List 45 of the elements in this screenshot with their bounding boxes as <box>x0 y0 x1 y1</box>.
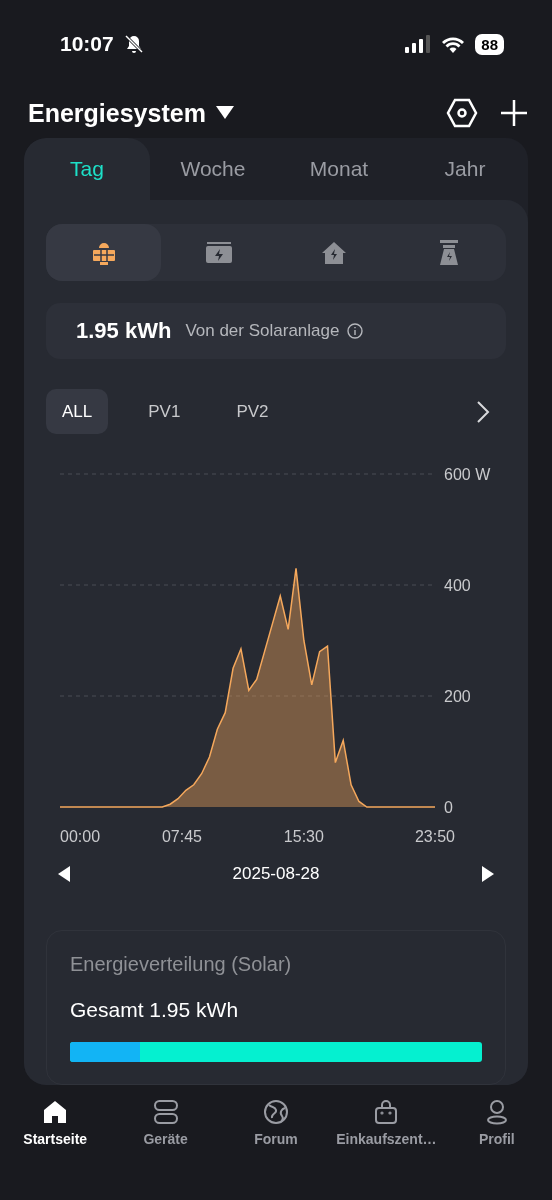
nav-item[interactable]: Forum <box>220 1099 332 1200</box>
period-tab[interactable]: Monat <box>276 138 402 200</box>
dropdown-caret-icon[interactable] <box>215 106 234 120</box>
channel-tab[interactable]: ALL <box>46 389 109 434</box>
status-time: 10:07 <box>60 32 114 56</box>
axis-label: 15:30 <box>283 828 324 844</box>
devices-icon <box>152 1099 179 1125</box>
wifi-icon <box>441 35 466 53</box>
signal-icon <box>405 35 432 53</box>
shopping-bag-icon <box>373 1099 400 1125</box>
channel-tab[interactable]: PV2 <box>220 389 285 434</box>
period-tab[interactable]: Tag <box>24 138 150 200</box>
axis-label: 07:45 <box>161 828 202 844</box>
source-tab[interactable] <box>46 224 161 281</box>
axis-label: 00:00 <box>60 828 101 844</box>
distribution-total: Gesamt 1.95 kWh <box>70 998 240 1022</box>
page-title: Energiesystem <box>28 98 206 128</box>
energy-source-label: Von der Solaranlage <box>185 321 340 341</box>
globe-icon <box>263 1099 289 1125</box>
info-icon[interactable] <box>347 323 364 339</box>
home-icon <box>42 1099 69 1125</box>
nav-item[interactable]: Startseite <box>0 1099 111 1200</box>
bell-muted-icon <box>123 34 144 54</box>
nav-item[interactable]: Einkaufszent… <box>331 1099 442 1200</box>
axis-label: 400 <box>444 577 471 594</box>
battery-level: 88 <box>475 33 504 55</box>
previous-icon[interactable] <box>58 866 70 882</box>
date-label: 2025-08-28 <box>232 864 320 884</box>
battery-bolt-icon <box>204 241 233 264</box>
period-tab[interactable]: Woche <box>150 138 276 200</box>
axis-label: 23:50 <box>415 828 455 844</box>
house-bolt-icon <box>320 240 347 265</box>
chevron-right-icon[interactable] <box>476 399 490 424</box>
next-icon[interactable] <box>482 866 494 882</box>
nav-item[interactable]: Profil <box>441 1099 552 1200</box>
axis-label: 600 W <box>444 466 491 483</box>
period-tab[interactable]: Jahr <box>402 138 528 200</box>
axis-label: 0 <box>444 799 453 816</box>
nav-item[interactable]: Geräte <box>110 1099 221 1200</box>
channel-tab[interactable]: PV1 <box>132 389 197 434</box>
distribution-title: Energieverteilung (Solar) <box>70 953 293 976</box>
energy-value: 1.95 kWh <box>76 318 172 344</box>
axis-label: 200 <box>444 688 471 705</box>
settings-icon[interactable] <box>446 98 478 128</box>
add-icon[interactable] <box>500 99 528 127</box>
